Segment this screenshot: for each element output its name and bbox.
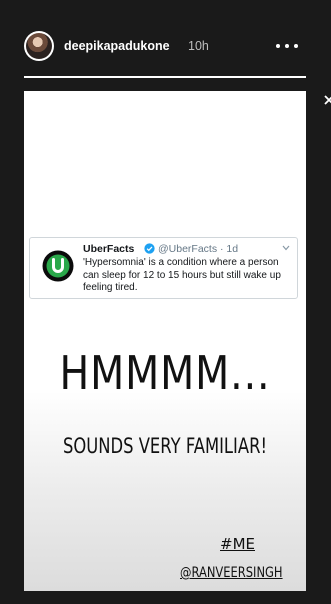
username[interactable]: deepikapadukone bbox=[64, 39, 170, 53]
tweet-author-name[interactable]: UberFacts bbox=[83, 243, 134, 255]
uberfacts-logo bbox=[42, 250, 74, 282]
story-progress-bar bbox=[24, 76, 306, 78]
more-dots-icon[interactable] bbox=[276, 36, 298, 56]
story-header: deepikapadukone 10h bbox=[0, 0, 331, 90]
close-icon[interactable] bbox=[322, 92, 331, 108]
tweet-card[interactable]: UberFacts @UberFacts · 1d 'Hypersomnia' … bbox=[29, 237, 298, 299]
post-time: 10h bbox=[188, 39, 209, 53]
avatar-image bbox=[26, 33, 52, 59]
hashtag-sticker[interactable]: #ME bbox=[220, 535, 255, 553]
story-headline: HMMMM... bbox=[59, 346, 271, 400]
story-content: UberFacts @UberFacts · 1d 'Hypersomnia' … bbox=[24, 91, 306, 591]
tweet-handle-time[interactable]: @UberFacts · 1d bbox=[158, 243, 238, 255]
story-subline: SOUNDS VERY FAMILIAR! bbox=[62, 434, 268, 458]
chevron-down-icon[interactable] bbox=[282, 245, 290, 251]
mention-sticker[interactable]: @RANVEERSINGH bbox=[180, 565, 283, 581]
story-progress-fill bbox=[24, 76, 306, 78]
verified-badge-icon bbox=[144, 243, 155, 254]
tweet-text: 'Hypersomnia' is a condition where a per… bbox=[83, 257, 281, 293]
avatar[interactable] bbox=[24, 31, 54, 61]
